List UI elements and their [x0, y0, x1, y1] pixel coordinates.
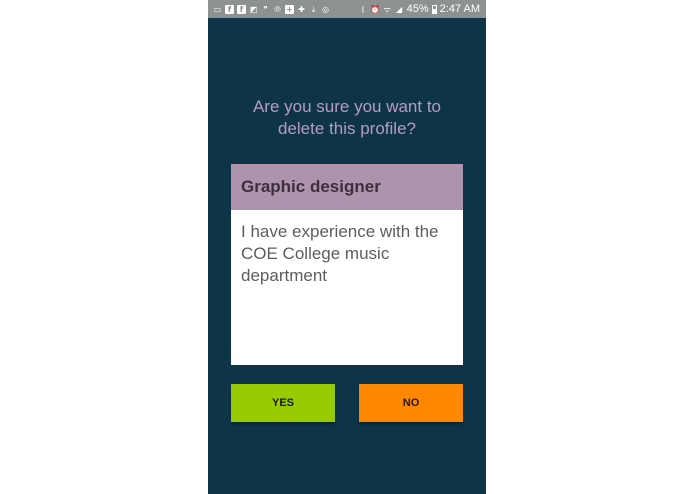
- messages-icon: ▭: [213, 4, 222, 14]
- system-icons: ᛒ ⏰ ᯤ ◢ 45% 2:47 AM: [359, 3, 480, 15]
- instagram-icon: ◎: [322, 4, 329, 14]
- profile-title: Graphic designer: [231, 164, 463, 210]
- battery-icon: [431, 4, 437, 14]
- alarm-icon: ⏰: [370, 4, 381, 14]
- wifi-icon: ᯤ: [383, 4, 391, 14]
- status-bar: ▭ f f ◩ ❞ ℗ + ✚ ⤓ ◎ ᛒ ⏰ ᯤ ◢ 45% 2:47 AM: [208, 0, 486, 18]
- facebook-icon: f: [237, 4, 246, 14]
- download-icon: ⤓: [311, 4, 316, 14]
- yes-button[interactable]: YES: [231, 384, 335, 422]
- no-button[interactable]: NO: [359, 384, 463, 422]
- bluetooth-icon: ᛒ: [360, 4, 366, 14]
- profile-description: I have experience with the COE College m…: [241, 222, 439, 285]
- maps-icon: ◩: [249, 4, 258, 14]
- profile-card: Graphic designer I have experience with …: [231, 164, 463, 365]
- plus-icon: +: [285, 4, 294, 14]
- phone-screen: ▭ f f ◩ ❞ ℗ + ✚ ⤓ ◎ ᛒ ⏰ ᯤ ◢ 45% 2:47 AM …: [208, 0, 486, 494]
- game-icon: ✚: [298, 4, 305, 14]
- notification-icons: ▭ f f ◩ ❞ ℗ + ✚ ⤓ ◎: [213, 4, 330, 14]
- signal-icon: ◢: [396, 4, 403, 14]
- clock: 2:47 AM: [439, 3, 480, 15]
- confirm-question: Are you sure you want to delete this pro…: [252, 97, 442, 138]
- hangouts-icon: ❞: [263, 4, 268, 14]
- battery-percent: 45%: [406, 3, 429, 15]
- pinterest-icon: ℗: [273, 4, 282, 14]
- facebook-icon: f: [225, 4, 234, 14]
